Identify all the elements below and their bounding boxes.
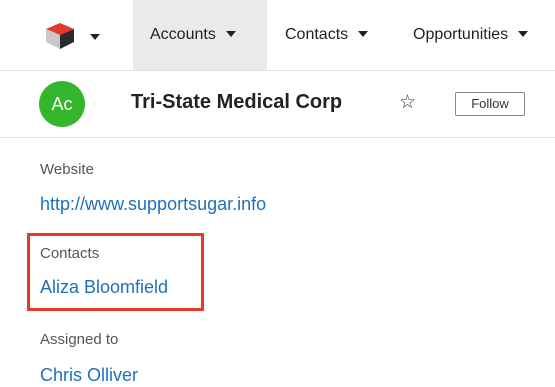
top-navigation-bar: Accounts Contacts Opportunities: [0, 0, 555, 71]
tab-contacts-label: Contacts: [285, 26, 349, 43]
chevron-down-icon[interactable]: [225, 30, 236, 37]
website-link[interactable]: http://www.supportsugar.info: [40, 194, 266, 215]
tab-accounts-label: Accounts: [150, 26, 216, 43]
page-title: Tri-State Medical Corp: [131, 91, 343, 113]
sugar-cube-logo-icon: [46, 23, 74, 49]
tab-opportunities-label: Opportunities: [413, 26, 509, 43]
tab-opportunities[interactable]: Opportunities: [413, 0, 529, 70]
record-header: Ac Tri-State Medical Corp ☆ Follow: [0, 71, 555, 138]
chevron-down-icon[interactable]: [518, 30, 529, 37]
assigned-user-link[interactable]: Chris Olliver: [40, 365, 138, 386]
star-icon[interactable]: ☆: [399, 91, 416, 115]
chevron-down-icon[interactable]: [358, 30, 369, 37]
website-label: Website: [40, 161, 94, 178]
home-menu[interactable]: [45, 22, 105, 49]
follow-button[interactable]: Follow: [455, 92, 525, 116]
tab-accounts[interactable]: Accounts: [133, 0, 267, 70]
tab-contacts[interactable]: Contacts: [285, 0, 369, 70]
highlight-box: [27, 233, 204, 311]
avatar: Ac: [39, 81, 85, 127]
assigned-to-label: Assigned to: [40, 331, 119, 348]
chevron-down-icon: [90, 34, 100, 40]
